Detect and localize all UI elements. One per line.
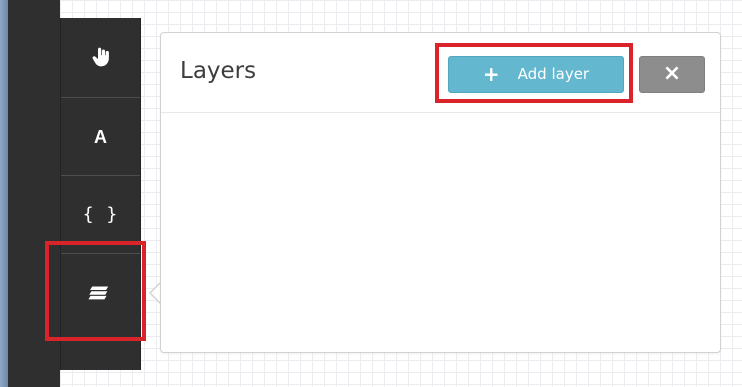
close-icon: × [662, 61, 682, 86]
close-panel-button[interactable]: × [639, 56, 705, 93]
code-tool-label: { } [82, 203, 119, 225]
vertical-toolbar: A { } [60, 18, 141, 370]
text-tool-label: A [94, 126, 107, 147]
hand-tool-button[interactable] [61, 18, 140, 98]
layers-panel-header: Layers + Add layer × [161, 33, 720, 113]
layers-icon [87, 282, 114, 304]
add-layer-button[interactable]: + Add layer [448, 56, 624, 93]
panel-title: Layers [180, 58, 257, 84]
dark-side-panel [8, 0, 60, 387]
app-left-edge [0, 0, 8, 387]
layers-panel-body [161, 113, 720, 352]
plus-icon: + [482, 62, 500, 86]
layers-panel: Layers + Add layer × [160, 32, 721, 353]
text-tool-button[interactable]: A [61, 98, 140, 176]
layers-tool-button[interactable] [61, 254, 140, 332]
add-layer-label: Add layer [517, 65, 590, 83]
hand-pointer-icon [89, 46, 113, 70]
code-tool-button[interactable]: { } [61, 176, 140, 254]
